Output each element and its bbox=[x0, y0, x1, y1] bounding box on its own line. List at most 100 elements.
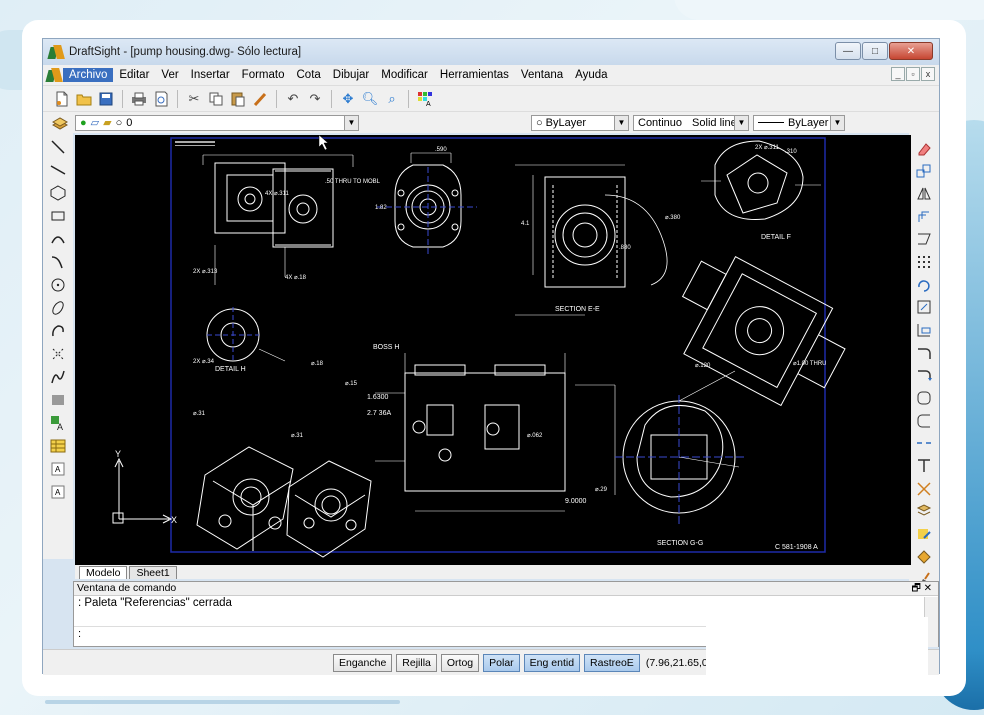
tab-modelo[interactable]: Modelo bbox=[79, 566, 128, 579]
rectangle-icon[interactable] bbox=[48, 206, 68, 226]
redo-icon[interactable]: ↷ bbox=[306, 90, 324, 108]
spline-icon[interactable] bbox=[48, 252, 68, 272]
polar-toggle[interactable]: Polar bbox=[483, 653, 520, 672]
table-icon[interactable] bbox=[48, 436, 68, 456]
paste-icon[interactable] bbox=[229, 90, 247, 108]
open-icon[interactable] bbox=[75, 90, 93, 108]
menu-dibujar[interactable]: Dibujar bbox=[327, 68, 375, 82]
zoom-window-icon[interactable]: ⌕ bbox=[383, 90, 401, 108]
edit-icon[interactable] bbox=[914, 524, 934, 544]
rotate-icon[interactable] bbox=[914, 275, 934, 295]
print-preview-icon[interactable] bbox=[152, 90, 170, 108]
doc-restore-button[interactable]: ▫ bbox=[906, 67, 920, 81]
hatch-icon[interactable] bbox=[48, 390, 68, 410]
chevron-down-icon[interactable]: ▼ bbox=[344, 115, 358, 130]
new-icon[interactable] bbox=[53, 90, 71, 108]
entity-snap-toggle[interactable]: Eng entid bbox=[523, 653, 581, 672]
command-window-controls[interactable]: 🗗 ✕ bbox=[911, 582, 932, 595]
menu-modificar[interactable]: Modificar bbox=[375, 68, 434, 82]
copy-icon[interactable] bbox=[207, 90, 225, 108]
title-bar[interactable]: DraftSight - [pump housing.dwg- Sólo lec… bbox=[43, 39, 939, 65]
circle-icon[interactable] bbox=[48, 275, 68, 295]
drawing-canvas[interactable]: 4X ⌀.311 .50 THRU TO MOBL 2X ⌀.313 4X ⌀.… bbox=[75, 135, 911, 565]
fillet-icon[interactable] bbox=[914, 456, 934, 476]
standard-toolbar: ✂ ↶ ↷ ✥ 🔍︎ ⌕ A bbox=[43, 85, 939, 111]
linetype-desc: Solid line bbox=[692, 116, 737, 129]
move-icon[interactable] bbox=[914, 252, 934, 272]
trim-icon[interactable] bbox=[914, 343, 934, 363]
view-iso-right bbox=[286, 460, 372, 558]
array-icon[interactable] bbox=[914, 230, 934, 250]
mirror-icon[interactable] bbox=[914, 184, 934, 204]
erase-icon[interactable] bbox=[914, 139, 934, 159]
grid-toggle[interactable]: Rejilla bbox=[396, 653, 437, 672]
find-icon[interactable] bbox=[914, 547, 934, 567]
doc-minimize-button[interactable]: _ bbox=[891, 67, 905, 81]
break-icon[interactable] bbox=[914, 388, 934, 408]
label-boss-h: BOSS H bbox=[373, 344, 399, 351]
chevron-down-icon[interactable]: ▼ bbox=[614, 115, 628, 130]
chevron-down-icon[interactable]: ▼ bbox=[734, 115, 748, 130]
text-icon[interactable]: A bbox=[48, 459, 68, 479]
menu-ayuda[interactable]: Ayuda bbox=[569, 68, 613, 82]
print-icon[interactable] bbox=[130, 90, 148, 108]
properties-icon[interactable] bbox=[914, 502, 934, 522]
stretch-icon[interactable] bbox=[914, 320, 934, 340]
ellipse-icon[interactable] bbox=[48, 298, 68, 318]
lineweight-select[interactable]: ByLayer ▼ bbox=[753, 114, 845, 131]
polygon-icon[interactable] bbox=[48, 183, 68, 203]
maximize-button[interactable]: □ bbox=[862, 42, 888, 60]
arc-icon[interactable] bbox=[48, 229, 68, 249]
menu-insertar[interactable]: Insertar bbox=[185, 68, 236, 82]
revision-cloud-icon[interactable] bbox=[48, 321, 68, 341]
explode-icon[interactable] bbox=[914, 479, 934, 499]
freehand-icon[interactable] bbox=[48, 367, 68, 387]
point-icon[interactable] bbox=[48, 344, 68, 364]
extend-icon[interactable] bbox=[914, 366, 934, 386]
command-prompt-input[interactable]: : bbox=[78, 628, 81, 640]
layer-select[interactable]: ● ▱ ▰ ○ 0 ▼ bbox=[75, 114, 359, 131]
tab-sheet1[interactable]: Sheet1 bbox=[129, 566, 177, 579]
snap-toggle[interactable]: Enganche bbox=[333, 653, 393, 672]
linetype-select[interactable]: Continuo Solid line ▼ bbox=[633, 114, 749, 131]
doc-close-button[interactable]: x bbox=[921, 67, 935, 81]
close-button[interactable]: ✕ bbox=[889, 42, 933, 60]
svg-text:A: A bbox=[55, 488, 61, 497]
view-top-left bbox=[202, 154, 354, 285]
document-icon[interactable] bbox=[45, 68, 63, 82]
entity-track-toggle[interactable]: RastreoE bbox=[584, 653, 640, 672]
menu-herramientas[interactable]: Herramientas bbox=[434, 68, 515, 82]
menu-ver[interactable]: Ver bbox=[155, 68, 184, 82]
menu-formato[interactable]: Formato bbox=[236, 68, 291, 82]
zoom-icon[interactable]: 🔍︎ bbox=[361, 90, 379, 108]
join-icon[interactable] bbox=[914, 411, 934, 431]
undo-icon[interactable]: ↶ bbox=[284, 90, 302, 108]
command-window-title-bar: Ventana de comando 🗗 ✕ bbox=[74, 582, 938, 596]
lineweight-value: ByLayer bbox=[788, 116, 829, 129]
save-icon[interactable] bbox=[97, 90, 115, 108]
match-properties-icon[interactable] bbox=[251, 90, 269, 108]
minimize-button[interactable]: — bbox=[835, 42, 861, 60]
multiline-text-icon[interactable]: A bbox=[48, 482, 68, 502]
command-window-title: Ventana de comando bbox=[77, 582, 177, 594]
copy-icon[interactable] bbox=[914, 162, 934, 182]
color-select[interactable]: ○ ByLayer ▼ bbox=[531, 114, 629, 131]
menu-archivo[interactable]: Archivo bbox=[63, 68, 114, 82]
cut-icon[interactable]: ✂ bbox=[185, 90, 203, 108]
line-icon[interactable] bbox=[48, 137, 68, 157]
infinite-line-icon[interactable] bbox=[48, 160, 68, 180]
chamfer-icon[interactable] bbox=[914, 434, 934, 454]
ortho-toggle[interactable]: Ortog bbox=[440, 653, 480, 672]
svg-text:⌀.31: ⌀.31 bbox=[291, 433, 304, 439]
color-swatch-icon: ○ bbox=[536, 116, 543, 129]
offset-icon[interactable] bbox=[914, 207, 934, 227]
layer-manager-icon[interactable] bbox=[51, 114, 69, 132]
menu-cota[interactable]: Cota bbox=[291, 68, 327, 82]
block-icon[interactable]: A bbox=[48, 413, 68, 433]
properties-icon[interactable]: A bbox=[416, 90, 434, 108]
scale-icon[interactable] bbox=[914, 298, 934, 318]
chevron-down-icon[interactable]: ▼ bbox=[830, 115, 844, 130]
menu-editar[interactable]: Editar bbox=[113, 68, 155, 82]
menu-ventana[interactable]: Ventana bbox=[515, 68, 569, 82]
pan-icon[interactable]: ✥ bbox=[339, 90, 357, 108]
